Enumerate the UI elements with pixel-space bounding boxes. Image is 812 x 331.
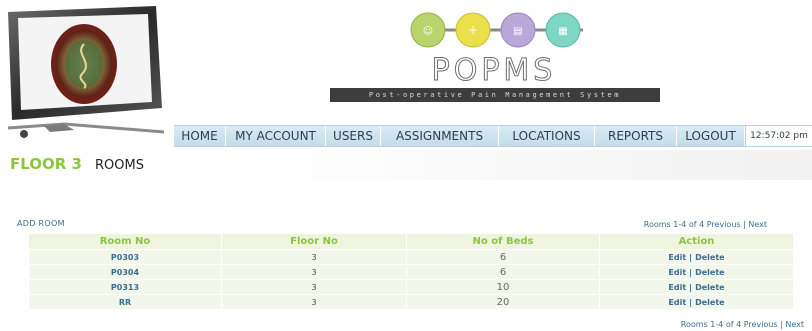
nav-home[interactable]: HOME: [174, 126, 226, 146]
pager-summary: Rooms 1-4 of 4: [643, 220, 705, 229]
rooms-table: Room No Floor No No of Beds Action P0303…: [28, 233, 794, 310]
table-row: P0303 3 6 Edit | Delete: [28, 249, 794, 265]
nav-reports[interactable]: REPORTS: [595, 126, 677, 146]
nav-locations[interactable]: LOCATIONS: [499, 126, 595, 146]
cell-floor-no: 3: [221, 249, 407, 265]
edit-link[interactable]: Edit: [668, 268, 686, 277]
pager-top: Rooms 1-4 of 4 Previous | Next: [644, 220, 767, 229]
cell-action: Edit | Delete: [599, 264, 794, 280]
cell-beds: 20: [406, 294, 600, 310]
clock-display: 12:57:02 pm: [745, 126, 812, 146]
svg-text:▦: ▦: [558, 26, 567, 37]
add-room-link[interactable]: ADD ROOM: [17, 219, 65, 228]
floor-title: FLOOR 3: [10, 155, 82, 173]
popms-logo: ☺ + ▤ ▦ POPMS Post-operative Pain Manage…: [330, 6, 660, 102]
header-floor-no: Floor No: [221, 233, 407, 250]
nav-users[interactable]: USERS: [326, 126, 381, 146]
cell-beds: 6: [406, 264, 600, 280]
cell-floor-no: 3: [221, 264, 407, 280]
header-no-of-beds: No of Beds: [406, 233, 600, 250]
action-separator: |: [689, 267, 693, 277]
pager-next-link[interactable]: Next: [785, 320, 804, 329]
svg-text:+: +: [468, 23, 478, 37]
cell-room-no: P0303: [28, 249, 222, 265]
logo-wordmark: POPMS: [431, 53, 557, 87]
edit-link[interactable]: Edit: [668, 298, 686, 307]
pager-previous-link[interactable]: Previous: [707, 220, 741, 229]
nav-assignments[interactable]: ASSIGNMENTS: [381, 126, 499, 146]
table-row: RR 3 20 Edit | Delete: [28, 294, 794, 310]
cell-action: Edit | Delete: [599, 249, 794, 265]
table-row: P0304 3 6 Edit | Delete: [28, 264, 794, 280]
delete-link[interactable]: Delete: [695, 268, 724, 277]
delete-link[interactable]: Delete: [695, 253, 724, 262]
pager-separator: |: [780, 320, 783, 329]
table-row: P0313 3 10 Edit | Delete: [28, 279, 794, 295]
main-nav: HOME MY ACCOUNT USERS ASSIGNMENTS LOCATI…: [174, 125, 812, 147]
cell-action: Edit | Delete: [599, 294, 794, 310]
delete-link[interactable]: Delete: [695, 298, 724, 307]
table-header-row: Room No Floor No No of Beds Action: [28, 233, 794, 250]
monitor-seal-graphic: [4, 4, 172, 144]
pager-bottom: Rooms 1-4 of 4 Previous | Next: [681, 320, 804, 329]
cell-beds: 6: [406, 249, 600, 265]
svg-text:☺: ☺: [423, 26, 433, 37]
logo-dots-graphic: ☺ + ▤ ▦: [410, 12, 583, 48]
action-separator: |: [689, 297, 693, 307]
section-title: ROOMS: [95, 158, 144, 173]
header-action: Action: [599, 233, 794, 250]
cell-floor-no: 3: [221, 279, 407, 295]
edit-link[interactable]: Edit: [668, 283, 686, 292]
delete-link[interactable]: Delete: [695, 283, 724, 292]
cell-beds: 10: [406, 279, 600, 295]
pager-previous-link[interactable]: Previous: [744, 320, 778, 329]
action-separator: |: [689, 282, 693, 292]
svg-text:▤: ▤: [513, 26, 522, 37]
pager-next-link[interactable]: Next: [748, 220, 767, 229]
cell-action: Edit | Delete: [599, 279, 794, 295]
nav-my-account[interactable]: MY ACCOUNT: [226, 126, 326, 146]
logo-tagline: Post-operative Pain Management System: [330, 88, 660, 102]
action-separator: |: [689, 252, 693, 262]
pager-summary: Rooms 1-4 of 4: [680, 320, 742, 329]
cell-room-no: RR: [28, 294, 222, 310]
cell-room-no: P0304: [28, 264, 222, 280]
header-room-no: Room No: [28, 233, 222, 250]
nav-logout[interactable]: LOGOUT: [677, 126, 745, 146]
pager-separator: |: [743, 220, 746, 229]
cell-floor-no: 3: [221, 294, 407, 310]
cell-room-no: P0313: [28, 279, 222, 295]
svg-text:POPMS: POPMS: [432, 53, 557, 86]
edit-link[interactable]: Edit: [668, 253, 686, 262]
